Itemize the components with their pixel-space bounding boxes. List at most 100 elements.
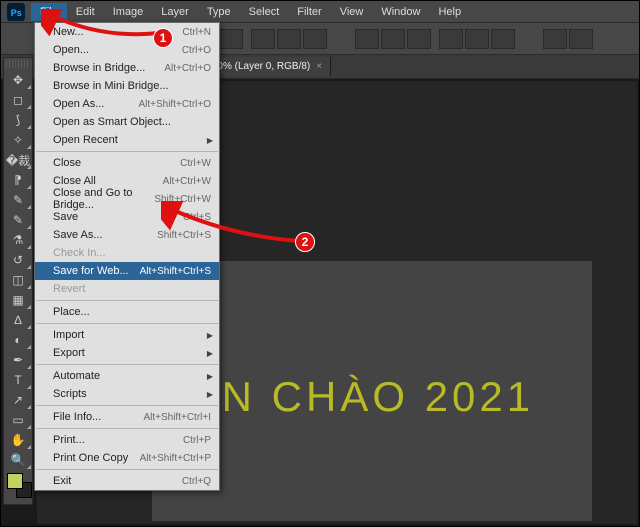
app-logo: Ps [5, 2, 27, 22]
menu-type[interactable]: Type [198, 3, 240, 21]
menu-item-print[interactable]: Print... Ctrl+P [35, 431, 219, 449]
menu-separator [36, 428, 218, 429]
dist-btn[interactable] [381, 29, 405, 49]
menu-item-close[interactable]: CloseCtrl+W [35, 154, 219, 172]
menu-item-open-as-smart-object[interactable]: Open as Smart Object... [35, 113, 219, 131]
menu-item-place[interactable]: Place... [35, 303, 219, 321]
menu-item-scripts[interactable]: Scripts▶ [35, 385, 219, 403]
menu-item-export[interactable]: Export▶ [35, 344, 219, 362]
menu-layer[interactable]: Layer [152, 3, 198, 21]
menu-item-label: Open as Smart Object... [53, 116, 171, 128]
menu-item-open-recent[interactable]: Open Recent▶ [35, 131, 219, 149]
menu-item-label: Print One Copy [53, 452, 128, 464]
menu-image[interactable]: Image [104, 3, 153, 21]
dist-btn[interactable] [491, 29, 515, 49]
dist-btn[interactable] [439, 29, 463, 49]
tool-brush[interactable]: ✎ [4, 210, 32, 230]
menu-item-automate[interactable]: Automate▶ [35, 367, 219, 385]
submenu-arrow-icon: ▶ [207, 136, 213, 145]
menu-item-new[interactable]: New...Ctrl+N [35, 23, 219, 41]
menu-item-print-one-copy[interactable]: Print One CopyAlt+Shift+Ctrl+P [35, 449, 219, 467]
distribute-group-2 [439, 29, 515, 49]
tool-lasso[interactable]: ⟆ [4, 110, 32, 130]
tool-gradient[interactable]: ▦ [4, 290, 32, 310]
menu-item-save-as[interactable]: Save As...Shift+Ctrl+S [35, 226, 219, 244]
tool-hand[interactable]: ✋ [4, 430, 32, 450]
align-btn[interactable] [251, 29, 275, 49]
tool-eyedropper[interactable]: ⁋ [4, 170, 32, 190]
menu-file[interactable]: File [31, 3, 67, 21]
menu-shortcut: Ctrl+P [183, 435, 211, 446]
tool-wand[interactable]: ✧ [4, 130, 32, 150]
menu-item-import[interactable]: Import ▶ [35, 326, 219, 344]
menu-separator [36, 469, 218, 470]
menu-shortcut: Alt+Ctrl+W [163, 176, 211, 187]
tool-pen[interactable]: ✒ [4, 350, 32, 370]
menu-item-label: Import [53, 329, 84, 341]
menu-shortcut: Ctrl+W [180, 158, 211, 169]
menu-item-label: Automate [53, 370, 100, 382]
toolbox: ✥◻⟆✧�裁⁋✎✎⚗↺◫▦∆◐✒T↗▭✋🔍 [3, 57, 33, 505]
menu-item-exit[interactable]: ExitCtrl+Q [35, 472, 219, 490]
menu-edit[interactable]: Edit [67, 3, 104, 21]
menu-shortcut: Alt+Shift+Ctrl+S [140, 266, 211, 277]
menu-item-label: Check In... [53, 247, 106, 259]
tool-rect[interactable]: ▭ [4, 410, 32, 430]
menu-item-label: Open As... [53, 98, 104, 110]
distribute-group [355, 29, 431, 49]
tool-type[interactable]: T [4, 370, 32, 390]
menu-item-label: Print... [53, 434, 85, 446]
align-btn[interactable] [277, 29, 301, 49]
file-menu-dropdown: New...Ctrl+NOpen...Ctrl+OBrowse in Bridg… [34, 22, 220, 491]
menu-item-label: Browse in Mini Bridge... [53, 80, 169, 92]
menu-item-open-as[interactable]: Open As...Alt+Shift+Ctrl+O [35, 95, 219, 113]
menu-item-browse-in-bridge[interactable]: Browse in Bridge...Alt+Ctrl+O [35, 59, 219, 77]
menubar: Ps FileEditImageLayerTypeSelectFilterVie… [1, 1, 639, 23]
color-swatches[interactable] [4, 470, 32, 504]
menu-item-open[interactable]: Open...Ctrl+O [35, 41, 219, 59]
svg-text:Ps: Ps [11, 7, 22, 17]
menu-view[interactable]: View [331, 3, 373, 21]
tool-blur[interactable]: ∆ [4, 310, 32, 330]
align-btn[interactable] [303, 29, 327, 49]
canvas-text-layer[interactable]: XIN CHÀO 2021 [174, 373, 534, 421]
menu-item-label: Place... [53, 306, 90, 318]
align-btn[interactable] [219, 29, 243, 49]
menu-item-label: Save [53, 211, 78, 223]
close-icon[interactable]: × [316, 61, 322, 72]
tool-eraser[interactable]: ◫ [4, 270, 32, 290]
menu-item-file-info[interactable]: File Info...Alt+Shift+Ctrl+I [35, 408, 219, 426]
menu-item-browse-in-mini-bridge[interactable]: Browse in Mini Bridge... [35, 77, 219, 95]
tool-heal[interactable]: ✎ [4, 190, 32, 210]
submenu-arrow-icon: ▶ [207, 390, 213, 399]
tool-zoom[interactable]: 🔍 [4, 450, 32, 470]
arrange-btn[interactable] [569, 29, 593, 49]
foreground-color-swatch[interactable] [7, 473, 23, 489]
dist-btn[interactable] [407, 29, 431, 49]
menu-select[interactable]: Select [240, 3, 289, 21]
submenu-arrow-icon: ▶ [207, 331, 213, 340]
tool-path[interactable]: ↗ [4, 390, 32, 410]
dist-btn[interactable] [355, 29, 379, 49]
toolbox-grip[interactable] [6, 60, 30, 68]
menu-filter[interactable]: Filter [288, 3, 330, 21]
tool-dodge[interactable]: ◐ [4, 330, 32, 350]
arrange-btn[interactable] [543, 29, 567, 49]
menu-item-label: Close All [53, 175, 96, 187]
tool-crop[interactable]: �裁 [4, 150, 32, 170]
tool-stamp[interactable]: ⚗ [4, 230, 32, 250]
menu-window[interactable]: Window [372, 3, 429, 21]
menu-shortcut: Shift+Ctrl+W [154, 194, 211, 205]
dist-btn[interactable] [465, 29, 489, 49]
tool-marquee[interactable]: ◻ [4, 90, 32, 110]
menu-item-label: Save As... [53, 229, 103, 241]
menu-item-check-in: Check In... [35, 244, 219, 262]
menu-item-label: Exit [53, 475, 71, 487]
menu-item-save[interactable]: SaveCtrl+S [35, 208, 219, 226]
tool-history[interactable]: ↺ [4, 250, 32, 270]
menu-item-close-and-go-to-bridge[interactable]: Close and Go to Bridge...Shift+Ctrl+W [35, 190, 219, 208]
menu-help[interactable]: Help [429, 3, 470, 21]
menu-shortcut: Ctrl+O [182, 45, 211, 56]
menu-item-save-for-web[interactable]: Save for Web...Alt+Shift+Ctrl+S [35, 262, 219, 280]
tool-move[interactable]: ✥ [4, 70, 32, 90]
